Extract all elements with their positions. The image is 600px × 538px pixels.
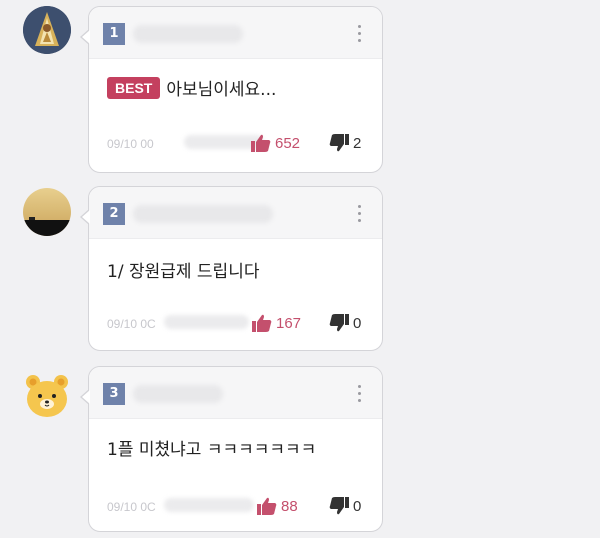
- like-button[interactable]: 88: [257, 497, 298, 515]
- comment-body: 1/ 장원급제 드립니다: [107, 262, 260, 282]
- dislike-button[interactable]: 0: [329, 314, 361, 332]
- dislike-button[interactable]: 2: [329, 134, 361, 152]
- like-button[interactable]: 652: [251, 134, 300, 152]
- comment-header: 3: [89, 367, 382, 419]
- timestamp-redacted: [164, 498, 254, 512]
- timestamp-redacted: [164, 315, 249, 329]
- comment-bubble: 1 BEST 아보님이세요... 09/10 00 652 2: [80, 6, 383, 173]
- more-vertical-icon[interactable]: [358, 25, 362, 43]
- more-vertical-icon[interactable]: [358, 385, 362, 403]
- thumbs-up-icon: [252, 314, 272, 332]
- best-badge: BEST: [107, 76, 161, 99]
- dislike-button[interactable]: 0: [329, 497, 361, 515]
- nickname-redacted: [133, 385, 223, 403]
- comment-date: 09/10 0C: [107, 317, 156, 331]
- thumbs-down-icon: [329, 134, 349, 152]
- comment-date: 09/10 00: [107, 137, 154, 151]
- thumbs-down-icon: [329, 497, 349, 515]
- user-avatar[interactable]: [23, 372, 71, 420]
- thumbs-up-icon: [257, 497, 277, 515]
- like-button[interactable]: 167: [252, 314, 301, 332]
- user-avatar[interactable]: [23, 6, 71, 54]
- comment-number-badge: 3: [103, 383, 125, 405]
- dislike-count: 0: [353, 497, 362, 515]
- thumbs-down-icon: [329, 314, 349, 332]
- dislike-count: 2: [353, 134, 362, 152]
- thumbs-up-icon: [251, 134, 271, 152]
- like-count: 167: [276, 314, 302, 332]
- like-count: 652: [275, 134, 301, 152]
- comment-text: BEST 아보님이세요...: [107, 75, 276, 100]
- comment-body: 1플 미쳤냐고 ㅋㅋㅋㅋㅋㅋㅋ: [107, 440, 317, 460]
- comment-number-badge: 2: [103, 203, 125, 225]
- nickname-redacted: [133, 205, 273, 223]
- comment-date: 09/10 0C: [107, 500, 156, 514]
- more-vertical-icon[interactable]: [358, 205, 362, 223]
- comment-header: 1: [89, 7, 382, 59]
- sunset-field-avatar-icon: [23, 188, 71, 236]
- bear-face-avatar-icon: [26, 375, 68, 417]
- like-count: 88: [281, 497, 298, 515]
- user-avatar[interactable]: [23, 188, 71, 236]
- comment-bubble: 3 1플 미쳤냐고 ㅋㅋㅋㅋㅋㅋㅋ 09/10 0C 88 0: [80, 366, 383, 532]
- nickname-redacted: [133, 25, 243, 43]
- robed-figure-avatar-icon: [23, 6, 71, 54]
- comment-header: 2: [89, 187, 382, 239]
- comment-body: 아보님이세요...: [166, 80, 277, 100]
- dislike-count: 0: [353, 314, 362, 332]
- comment-number-badge: 1: [103, 23, 125, 45]
- comment-bubble: 2 1/ 장원급제 드립니다 09/10 0C 167 0: [80, 186, 383, 351]
